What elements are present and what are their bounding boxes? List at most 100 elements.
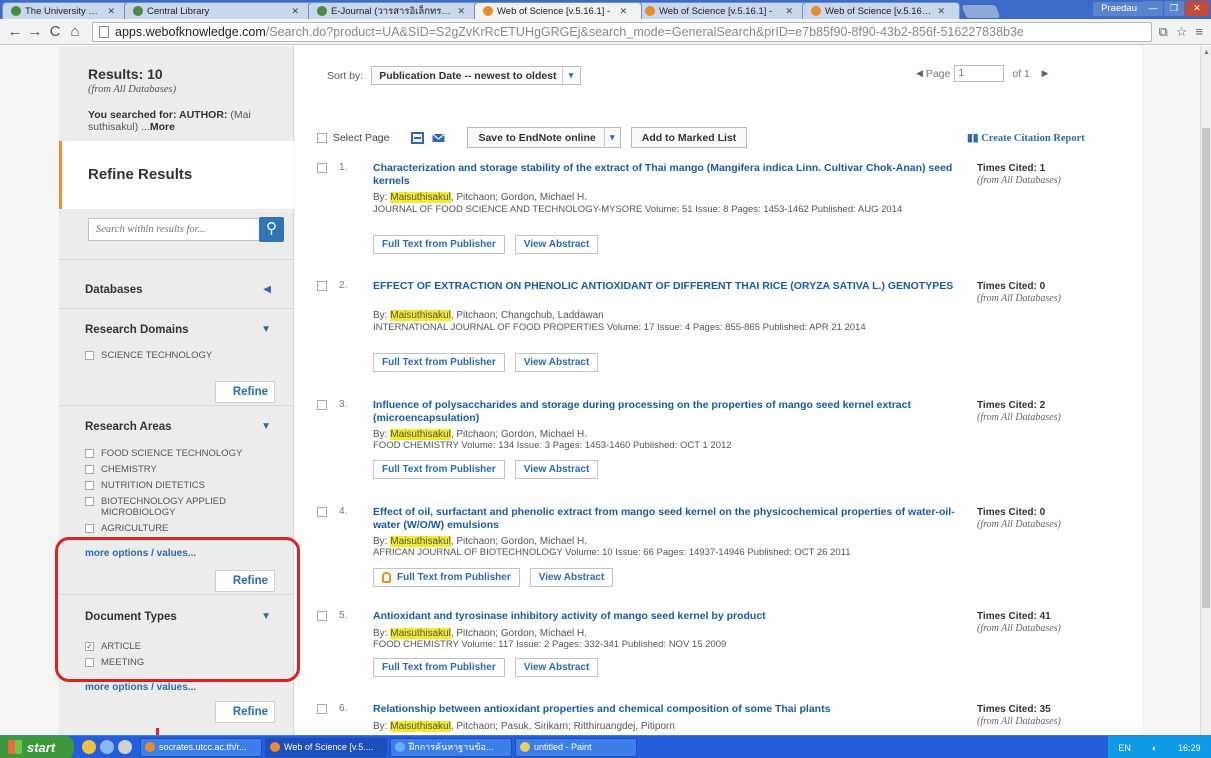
- search-more-link[interactable]: More: [150, 121, 175, 133]
- page-scrollbar[interactable]: ▲: [1200, 46, 1211, 735]
- refine-button[interactable]: Refine: [215, 381, 275, 403]
- chevron-down-icon[interactable]: ▼: [261, 324, 271, 335]
- scroll-up-icon[interactable]: ▲: [1203, 49, 1210, 56]
- author-highlight[interactable]: Maisuthisakul: [390, 192, 451, 203]
- checkbox[interactable]: [85, 449, 94, 458]
- translate-icon[interactable]: ⧉: [1158, 24, 1167, 40]
- full-text-button[interactable]: Full Text from Publisher: [373, 353, 505, 372]
- facet-option[interactable]: ✓ ARTICLE: [85, 641, 141, 652]
- close-icon[interactable]: ✕: [107, 6, 115, 17]
- author-highlight[interactable]: Maisuthisakul: [390, 536, 451, 547]
- maximize-icon[interactable]: ❐: [1164, 1, 1184, 16]
- menu-icon[interactable]: ≡: [1195, 24, 1203, 40]
- close-icon[interactable]: ✕: [785, 6, 793, 17]
- record-checkbox[interactable]: [317, 506, 327, 517]
- more-options-link[interactable]: more options / values...: [85, 682, 196, 693]
- record-title-link[interactable]: Antioxidant and tyrosinase inhibitory ac…: [373, 610, 973, 623]
- sort-select[interactable]: Publication Date -- newest to oldest ▾: [371, 66, 581, 85]
- language-indicator[interactable]: EN: [1118, 743, 1131, 753]
- tab-ejournal[interactable]: E-Journal (วารสารอิเล็กทรอนิ ✕: [308, 2, 480, 19]
- new-tab-button[interactable]: [961, 5, 1001, 18]
- facet-research-domains[interactable]: Research Domains: [85, 324, 189, 336]
- back-icon[interactable]: ←: [6, 23, 24, 40]
- chevron-down-icon[interactable]: ▼: [261, 611, 271, 622]
- facet-databases[interactable]: Databases: [85, 284, 143, 296]
- quick-launch-icon[interactable]: [118, 740, 132, 754]
- profile-badge[interactable]: Praedau: [1093, 2, 1145, 16]
- facet-option[interactable]: CHEMISTRY: [85, 464, 157, 475]
- checkbox[interactable]: [85, 481, 94, 490]
- record-title-link[interactable]: Characterization and storage stability o…: [373, 162, 973, 187]
- star-icon[interactable]: ☆: [1176, 24, 1188, 40]
- record-checkbox[interactable]: [317, 280, 327, 291]
- collapse-left-icon[interactable]: ◀: [263, 284, 271, 295]
- checkbox[interactable]: [85, 658, 94, 667]
- next-page-icon[interactable]: ▶: [1042, 68, 1049, 79]
- view-abstract-button[interactable]: View Abstract: [514, 460, 599, 479]
- facet-option[interactable]: AGRICULTURE: [85, 523, 168, 534]
- page-input[interactable]: 1: [954, 65, 1005, 82]
- tab-web-of-science-active[interactable]: Web of Science [v.5.16.1] - ✕: [474, 2, 642, 19]
- refine-button[interactable]: Refine: [215, 570, 275, 592]
- checkbox[interactable]: [85, 351, 94, 360]
- tab-web-of-science-3[interactable]: Web of Science [v.5.16.1] - ✕: [802, 2, 960, 19]
- record-checkbox[interactable]: [317, 162, 327, 173]
- facet-option[interactable]: MEETING: [85, 657, 144, 668]
- author-highlight[interactable]: Maisuthisakul: [390, 721, 451, 732]
- facet-document-types[interactable]: Document Types: [85, 611, 177, 623]
- window-close-icon[interactable]: ✕: [1185, 1, 1209, 16]
- close-icon[interactable]: ✕: [619, 6, 627, 17]
- tab-utcc[interactable]: The University of the Thai C✕: [2, 2, 130, 19]
- prev-page-icon[interactable]: ◀: [916, 68, 923, 79]
- add-marked-list-button[interactable]: Add to Marked List: [630, 127, 748, 148]
- taskbar-item[interactable]: socrates.utcc.ac.th/r...: [140, 737, 262, 757]
- full-text-button[interactable]: Full Text from Publisher: [373, 568, 520, 587]
- checkbox-checked[interactable]: ✓: [85, 642, 94, 651]
- email-icon[interactable]: [432, 132, 446, 144]
- full-text-button[interactable]: Full Text from Publisher: [373, 235, 505, 254]
- more-options-link[interactable]: more options / values...: [85, 548, 196, 559]
- start-button[interactable]: start: [0, 735, 74, 758]
- record-checkbox[interactable]: [317, 610, 327, 621]
- minimize-icon[interactable]: —: [1143, 1, 1163, 16]
- search-within-input[interactable]: [88, 218, 260, 241]
- close-icon[interactable]: ✕: [291, 6, 299, 17]
- view-abstract-button[interactable]: View Abstract: [514, 353, 599, 372]
- reload-icon[interactable]: C: [46, 23, 64, 40]
- close-icon[interactable]: ✕: [937, 6, 945, 17]
- facet-option[interactable]: BIOTECHNOLOGY APPLIED MICROBIOLOGY: [85, 496, 245, 518]
- address-bar[interactable]: apps.webofknowledge.com/Search.do?produc…: [92, 21, 1153, 42]
- refine-button[interactable]: Refine: [215, 701, 275, 723]
- chevron-down-icon[interactable]: ▾: [603, 128, 620, 147]
- view-abstract-button[interactable]: View Abstract: [529, 568, 614, 587]
- author-highlight[interactable]: Maisuthisakul: [390, 628, 451, 639]
- home-icon[interactable]: ⌂: [66, 23, 84, 40]
- tab-central-library[interactable]: Central Library ✕: [124, 2, 314, 19]
- checkbox[interactable]: [85, 497, 94, 506]
- taskbar-item[interactable]: ฝึกการค้นหาฐานข้อ...: [390, 737, 512, 757]
- close-icon[interactable]: ✕: [457, 6, 465, 17]
- quick-launch-icon[interactable]: [82, 740, 96, 754]
- full-text-button[interactable]: Full Text from Publisher: [373, 658, 505, 677]
- author-highlight[interactable]: Maisuthisakul: [390, 429, 451, 440]
- create-citation-report-link[interactable]: ▮▮ Create Citation Report: [967, 132, 1085, 144]
- facet-option[interactable]: NUTRITION DIETETICS: [85, 480, 205, 491]
- record-checkbox[interactable]: [317, 399, 327, 410]
- taskbar-item[interactable]: Web of Science [v.5....: [265, 737, 387, 757]
- record-title-link[interactable]: Relationship between antioxidant propert…: [373, 703, 973, 716]
- select-page-checkbox[interactable]: [317, 132, 327, 143]
- chevron-down-icon[interactable]: ▼: [261, 421, 271, 432]
- search-icon[interactable]: ⚲: [259, 217, 284, 242]
- record-title-link[interactable]: Effect of oil, surfactant and phenolic e…: [373, 506, 973, 531]
- forward-icon[interactable]: →: [26, 23, 44, 40]
- scrollbar-thumb[interactable]: [1202, 128, 1210, 608]
- save-endnote-button[interactable]: Save to EndNote online ▾: [467, 127, 621, 148]
- quick-launch-icon[interactable]: [100, 740, 114, 754]
- record-title-link[interactable]: Influence of polysaccharides and storage…: [373, 399, 973, 424]
- checkbox[interactable]: [85, 524, 94, 533]
- record-title-link[interactable]: EFFECT OF EXTRACTION ON PHENOLIC ANTIOXI…: [373, 280, 973, 293]
- view-abstract-button[interactable]: View Abstract: [514, 658, 599, 677]
- checkbox[interactable]: [85, 465, 94, 474]
- tab-web-of-science-2[interactable]: Web of Science [v.5.16.1] - ✕: [636, 2, 808, 19]
- print-icon[interactable]: [411, 131, 425, 144]
